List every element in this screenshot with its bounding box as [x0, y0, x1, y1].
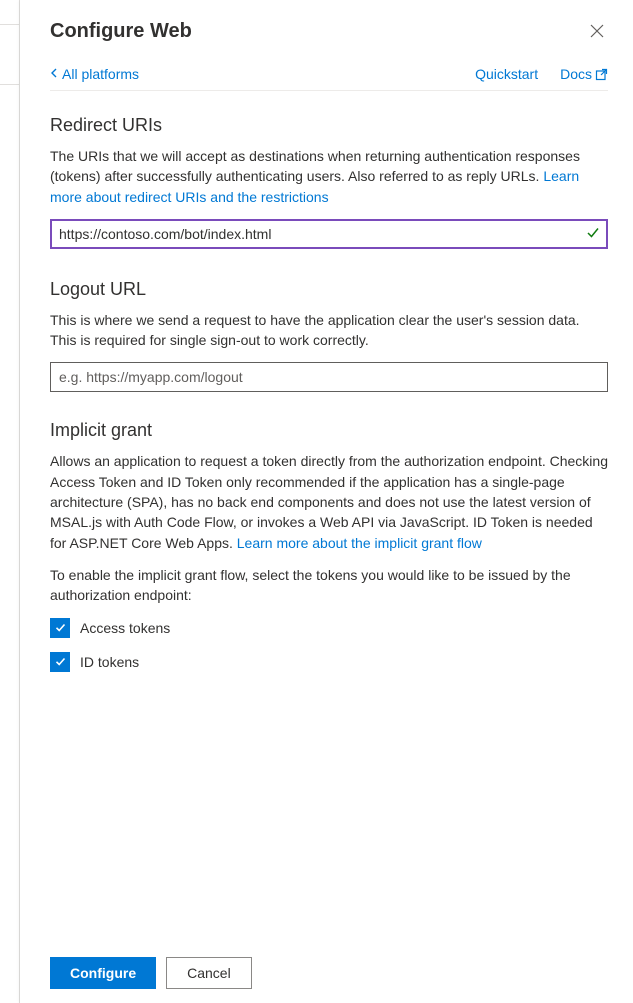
docs-link[interactable]: Docs	[560, 66, 608, 82]
cancel-button[interactable]: Cancel	[166, 957, 252, 989]
logout-url-heading: Logout URL	[50, 279, 608, 300]
docs-link-label: Docs	[560, 66, 592, 82]
quickstart-link[interactable]: Quickstart	[475, 66, 538, 82]
back-all-platforms-link[interactable]: All platforms	[50, 66, 139, 82]
id-tokens-label: ID tokens	[80, 654, 139, 670]
checkbox-checked-icon	[50, 618, 70, 638]
panel-title: Configure Web	[50, 20, 192, 43]
redirect-uris-desc: The URIs that we will accept as destinat…	[50, 146, 608, 207]
redirect-uris-heading: Redirect URIs	[50, 115, 608, 136]
close-icon	[590, 24, 604, 38]
implicit-grant-heading: Implicit grant	[50, 420, 608, 441]
external-link-icon	[595, 68, 608, 81]
implicit-enable-text: To enable the implicit grant flow, selec…	[50, 565, 608, 606]
id-tokens-checkbox[interactable]: ID tokens	[50, 652, 608, 672]
close-button[interactable]	[586, 20, 608, 46]
logout-url-input[interactable]	[50, 362, 608, 392]
configure-button[interactable]: Configure	[50, 957, 156, 989]
divider	[50, 90, 608, 91]
implicit-learn-more-link[interactable]: Learn more about the implicit grant flow	[237, 535, 482, 551]
checkbox-checked-icon	[50, 652, 70, 672]
redirect-uri-input[interactable]	[50, 219, 608, 249]
implicit-grant-desc: Allows an application to request a token…	[50, 451, 608, 552]
access-tokens-label: Access tokens	[80, 620, 170, 636]
logout-url-desc: This is where we send a request to have …	[50, 310, 608, 351]
back-link-label: All platforms	[62, 66, 139, 82]
chevron-left-icon	[50, 68, 58, 81]
access-tokens-checkbox[interactable]: Access tokens	[50, 618, 608, 638]
